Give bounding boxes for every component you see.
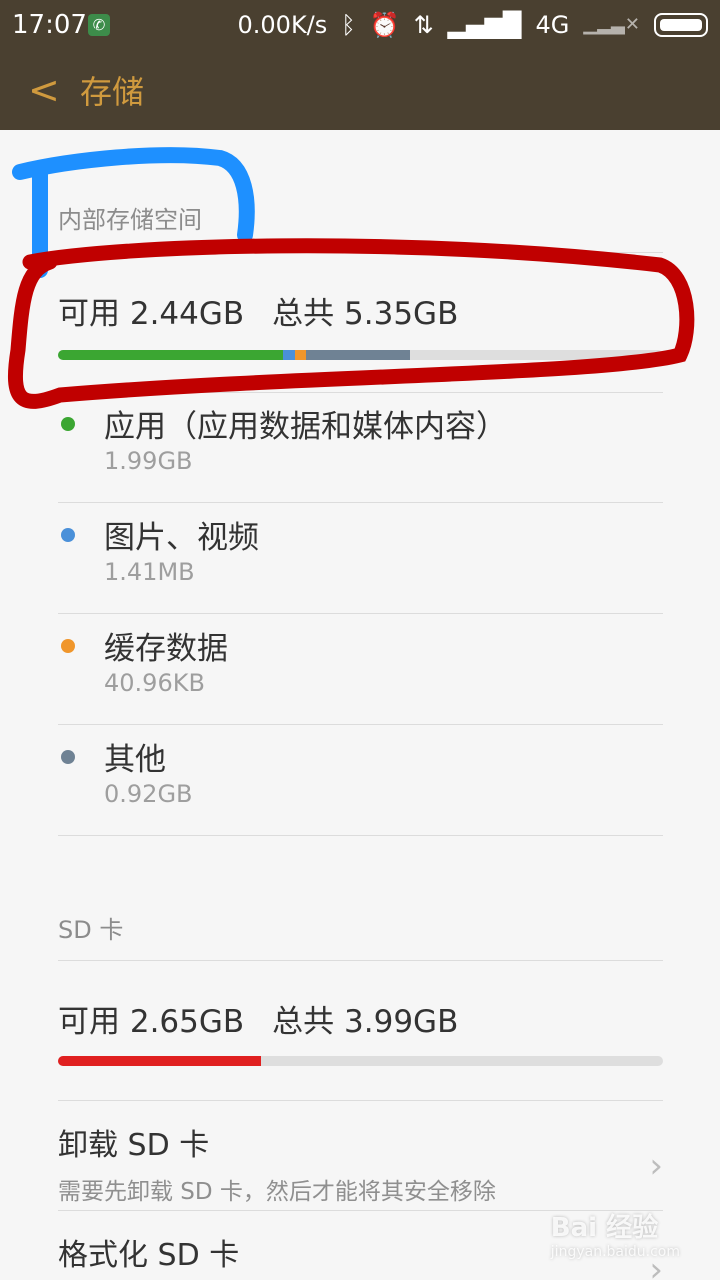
unmount-sd-button[interactable]: 卸载 SD 卡 需要先卸载 SD 卡，然后才能将其安全移除 › — [58, 1120, 663, 1210]
sd-usage-bar — [58, 1056, 663, 1066]
back-arrow-icon[interactable]: < — [28, 66, 60, 114]
divider — [58, 252, 663, 253]
storage-category[interactable]: 图片、视频 1.41MB — [58, 504, 663, 614]
internal-total: 总共 5.35GB — [272, 296, 459, 332]
data-transfer-icon: ⇅ — [413, 11, 434, 39]
sd-available: 可用 2.65GB — [58, 1004, 245, 1040]
internal-storage-label: 内部存储空间 — [58, 206, 202, 234]
app-bar: < 存储 — [0, 52, 720, 130]
divider — [58, 724, 663, 725]
category-name: 图片、视频 — [104, 520, 259, 556]
unmount-sd-subtitle: 需要先卸载 SD 卡，然后才能将其安全移除 — [58, 1179, 496, 1205]
sd-summary: 可用 2.65GB 总共 3.99GB — [58, 996, 486, 1041]
chevron-right-icon: › — [649, 1146, 663, 1186]
unmount-sd-title: 卸载 SD 卡 — [58, 1128, 210, 1163]
internal-available: 可用 2.44GB — [58, 296, 245, 332]
storage-category[interactable]: 缓存数据 40.96KB — [58, 615, 663, 725]
usage-segment — [305, 350, 410, 360]
divider — [58, 502, 663, 503]
category-dot — [61, 528, 75, 542]
category-name: 缓存数据 — [104, 631, 228, 667]
usage-segment — [295, 350, 306, 360]
watermark-text: Bai 经验 — [550, 1213, 659, 1243]
network-type: 4G — [535, 11, 570, 39]
phone-icon: ✆ — [88, 14, 110, 36]
category-dot — [61, 417, 75, 431]
internal-usage-bar — [58, 350, 663, 360]
page-title: 存储 — [80, 73, 145, 111]
divider — [58, 613, 663, 614]
battery-icon — [654, 13, 708, 37]
watermark-url: jingyan.baidu.com — [550, 1244, 680, 1260]
watermark: Bai 经验 jingyan.baidu.com — [551, 1207, 680, 1260]
storage-category[interactable]: 应用（应用数据和媒体内容） 1.99GB — [58, 393, 663, 503]
internal-summary: 可用 2.44GB 总共 5.35GB — [58, 288, 486, 333]
status-right: 0.00K/s ᛒ ⏰ ⇅ ▂▄▆█ 4G ▁▂▃✕ — [237, 10, 708, 40]
category-dot — [61, 750, 75, 764]
alarm-icon: ⏰ — [369, 11, 400, 39]
storage-category[interactable]: 其他 0.92GB — [58, 726, 663, 836]
sd-total: 总共 3.99GB — [272, 1004, 459, 1040]
category-dot — [61, 639, 75, 653]
category-name: 其他 — [104, 742, 166, 778]
category-size: 1.99GB — [104, 447, 193, 475]
bluetooth-icon: ᛒ — [341, 11, 356, 39]
category-size: 40.96KB — [104, 669, 205, 697]
no-signal-icon: ▁▂▃✕ — [583, 14, 640, 35]
network-speed: 0.00K/s — [237, 11, 328, 39]
usage-segment — [58, 350, 283, 360]
usage-segment — [282, 350, 296, 360]
divider — [58, 960, 663, 961]
sd-card-label: SD 卡 — [58, 916, 124, 944]
status-bar: 17:07 ✆ 0.00K/s ᛒ ⏰ ⇅ ▂▄▆█ 4G ▁▂▃✕ — [0, 0, 720, 52]
status-time: 17:07 — [12, 10, 87, 40]
category-size: 0.92GB — [104, 780, 193, 808]
divider — [58, 835, 663, 836]
category-name: 应用（应用数据和媒体内容） — [104, 409, 507, 445]
category-size: 1.41MB — [104, 558, 195, 586]
signal-icon: ▂▄▆█ — [447, 11, 522, 39]
usage-segment — [58, 1056, 262, 1066]
divider — [58, 1100, 663, 1101]
